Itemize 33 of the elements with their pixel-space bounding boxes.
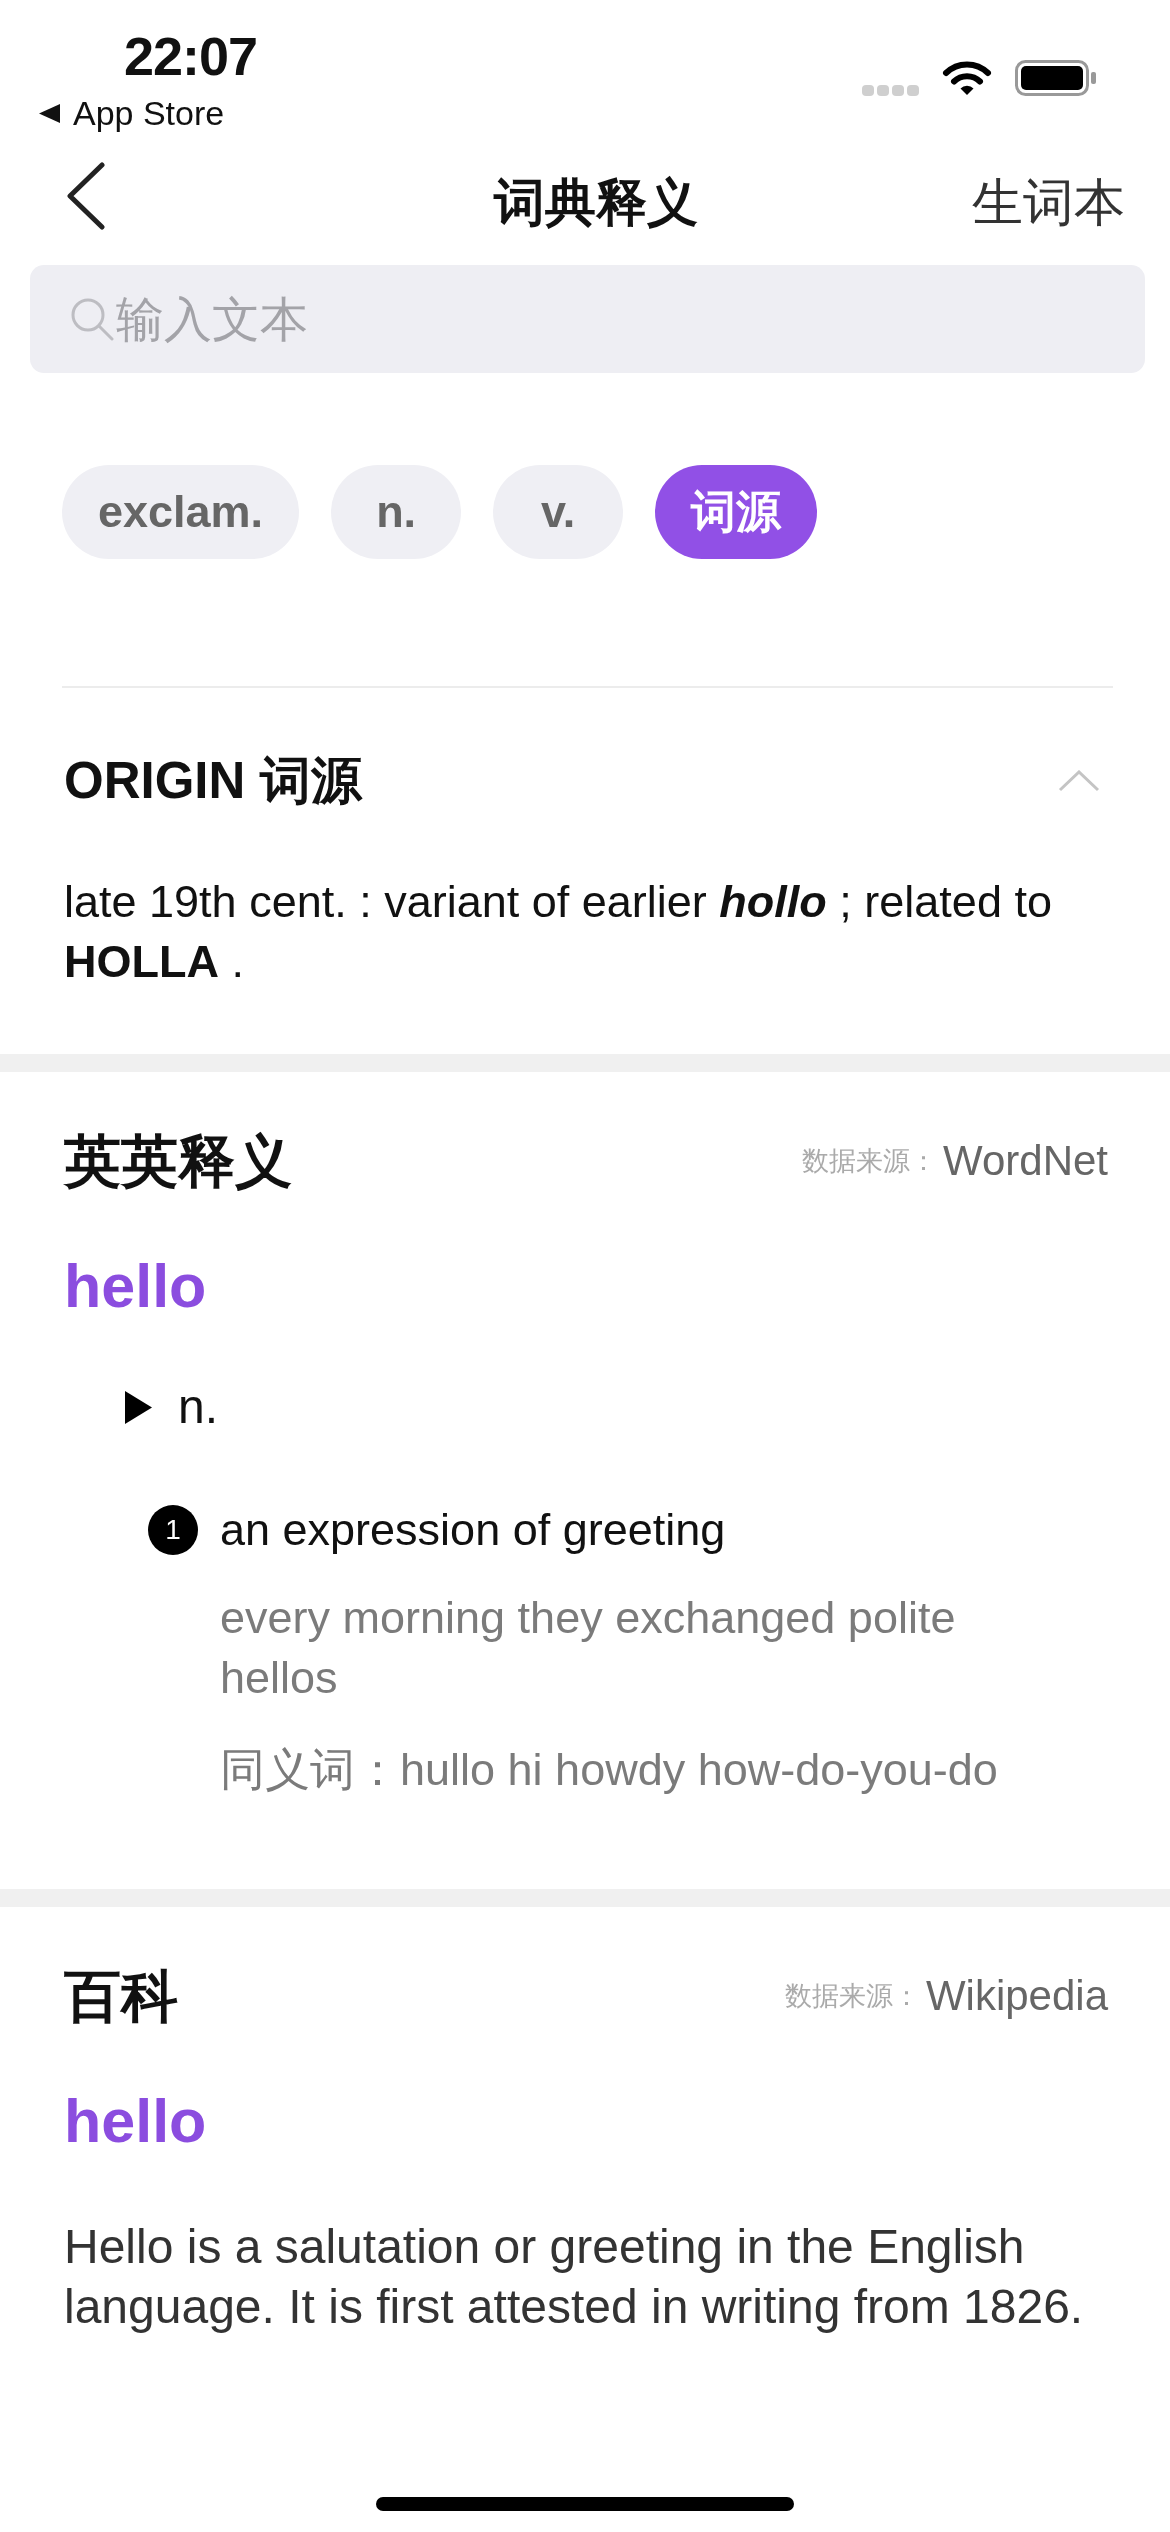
triangle-bullet-icon [125,1390,152,1424]
section-tab[interactable]: exclam. [62,465,300,559]
battery-icon [1015,60,1097,96]
section-tab[interactable]: 词源 [655,465,818,559]
source-name: Wikipedia [925,1971,1108,2021]
sense-number: 1 [148,1505,198,1555]
source-label: 数据来源： [784,1980,920,2013]
back-icon[interactable] [66,161,106,230]
source-label: 数据来源： [802,1145,938,1178]
headword: hello [64,2086,207,2156]
wifi-icon [942,58,992,96]
section-tab[interactable]: v. [493,465,624,559]
part-of-speech: n. [178,1379,219,1435]
back-triangle-icon [39,103,60,123]
section-title: 百科 [64,1964,178,2028]
headword: hello [64,1251,207,1321]
synonyms-label: 同义词： [220,1743,400,1797]
source-name: WordNet [943,1136,1108,1186]
page-title: 词典释义 [493,172,698,233]
section-title: ORIGIN 词源 [64,751,362,811]
signal-icon [862,85,919,96]
example-sentence: every morning they exchanged polite hellos [220,1591,957,1705]
section-tab[interactable]: n. [331,465,462,559]
search-field[interactable]: 输入文本 [30,265,1145,373]
synonyms-text: hullo hi howdy how-do-you-do [400,1743,998,1797]
definition-text: an expression of greeting [220,1503,726,1557]
section-title: 英英释义 [64,1129,292,1193]
origin-text: late 19th cent. : variant of earlier hollo ; related to HOLLA . [64,875,1053,989]
search-icon [70,297,114,341]
back-to-app-link[interactable]: App Store [39,93,225,133]
encyclopedia-text: Hello is a salutation or greeting in the English language. It is first attested in writing from 1826. [64,2219,1085,2335]
word-book-button[interactable]: 生词本 [972,172,1125,233]
status-time: 22:07 [124,28,258,84]
